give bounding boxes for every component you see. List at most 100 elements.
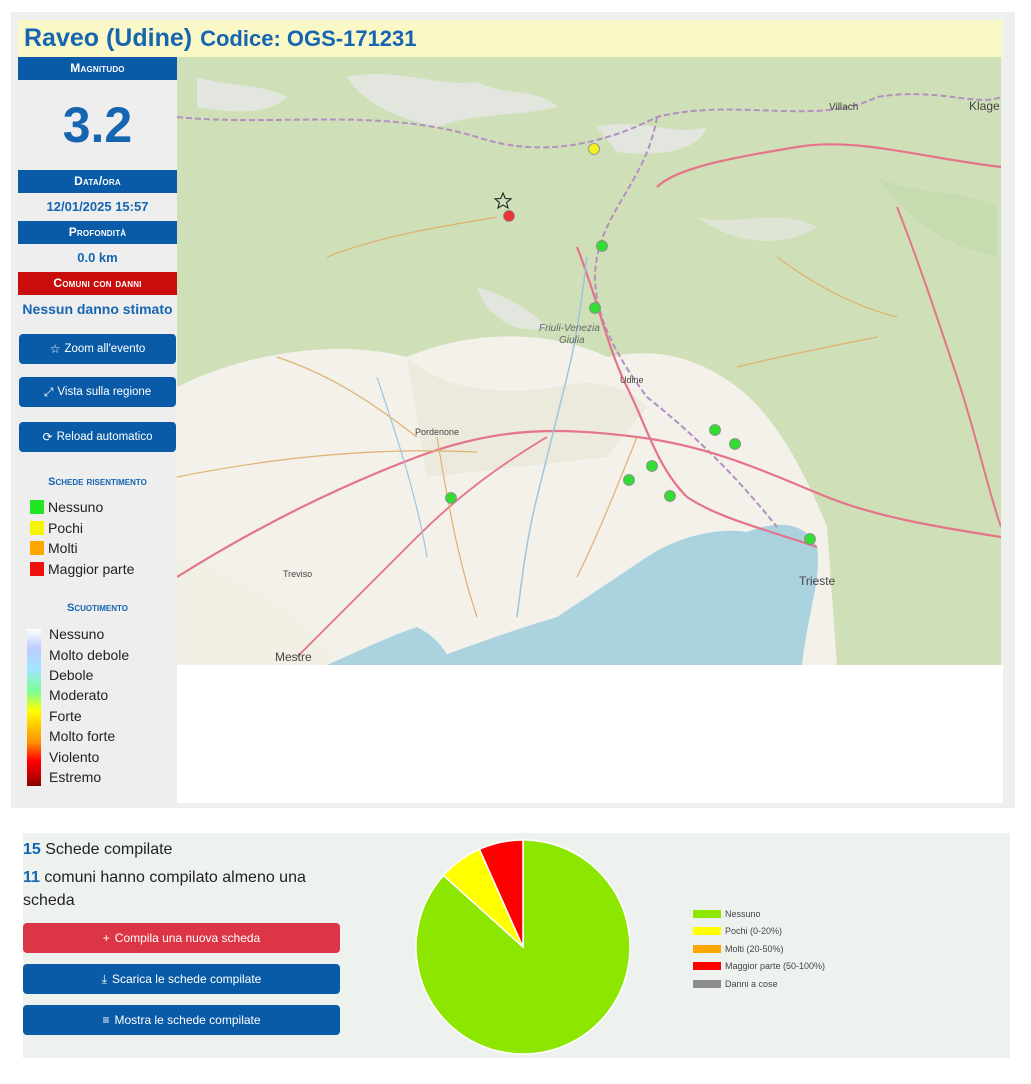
felt-marker[interactable] <box>709 424 721 436</box>
region-view-label: Vista sulla regione <box>57 386 152 398</box>
reports-panel: 15 Schede compilate 11 comuni hanno comp… <box>23 833 1010 1058</box>
felt-legend-item: Maggior parte <box>30 561 134 577</box>
pie-legend-item: Nessuno <box>693 905 825 923</box>
pie-legend-swatch <box>693 962 721 971</box>
map-label-trieste: Trieste <box>799 574 836 588</box>
pie-legend-item: Molti (20-50%) <box>693 940 825 958</box>
event-map[interactable]: Villach Klage Friuli-Venezia Giulia Udin… <box>177 57 1001 665</box>
felt-marker[interactable] <box>589 302 601 314</box>
zoom-to-event-label: Zoom all'evento <box>64 343 146 355</box>
map-label-klage: Klage <box>969 99 1000 113</box>
map-label-treviso: Treviso <box>283 569 312 579</box>
event-sidebar: Magnitudo 3.2 Data/ora 12/01/2025 15:57 … <box>18 57 177 803</box>
felt-marker[interactable] <box>664 490 676 502</box>
felt-legend-label: Nessuno <box>48 499 104 515</box>
felt-marker[interactable] <box>729 438 741 450</box>
pie-legend-swatch <box>693 944 721 953</box>
download-forms-button[interactable]: ⤓ Scarica le schede compilate <box>23 964 340 994</box>
pie-legend-label: Nessuno <box>725 908 761 919</box>
pie-legend-swatch <box>693 979 721 988</box>
show-forms-label: Mostra le schede compilate <box>114 1013 261 1027</box>
towns-count-line-2: scheda <box>23 892 75 910</box>
pie-legend-item: Maggior parte (50-100%) <box>693 958 825 976</box>
region-view-button[interactable]: ⤢ Vista sulla regione <box>19 377 176 407</box>
shake-label: Debole <box>49 667 94 683</box>
felt-legend-label: Maggior parte <box>48 561 135 577</box>
shake-label: Violento <box>49 749 100 765</box>
pie-legend-swatch <box>693 927 721 936</box>
list-icon: ≡ <box>102 1013 110 1027</box>
map-label-region: Friuli-Venezia <box>539 323 600 334</box>
auto-reload-label: Reload automatico <box>56 431 153 443</box>
felt-swatch-many <box>30 541 44 555</box>
felt-marker[interactable] <box>588 143 600 155</box>
show-forms-button[interactable]: ≡ Mostra le schede compilate <box>23 1005 340 1035</box>
shake-label: Moderato <box>49 687 109 703</box>
auto-reload-button[interactable]: ⟳ Reload automatico <box>19 422 176 452</box>
expand-icon: ⤢ <box>43 384 54 399</box>
datetime-value: 12/01/2025 15:57 <box>46 199 149 214</box>
magnitude-header: Magnitudo <box>18 57 177 80</box>
pie-legend-item: Pochi (0-20%) <box>693 923 825 941</box>
felt-swatch-few <box>30 521 44 535</box>
felt-marker[interactable] <box>623 474 635 486</box>
shake-label: Molto forte <box>49 728 116 744</box>
new-form-label: Compila una nuova scheda <box>114 931 261 945</box>
felt-marker[interactable] <box>445 492 457 504</box>
shake-label: Nessuno <box>49 626 105 642</box>
pie-legend: Nessuno Pochi (0-20%) Molti (20-50%) Maggio… <box>693 905 825 993</box>
felt-legend-title: Schede risentimento <box>48 476 147 488</box>
magnitude-value: 3.2 <box>62 97 133 153</box>
shake-legend-title: Scuotimento <box>67 602 128 614</box>
damage-value: Nessun danno stimato <box>22 301 173 317</box>
event-code: Codice: OGS-171231 <box>200 26 417 51</box>
pie-legend-label: Pochi (0-20%) <box>725 926 783 937</box>
depth-value: 0.0 km <box>77 250 118 265</box>
map-label-villach: Villach <box>829 102 858 113</box>
pie-legend-label: Molti (20-50%) <box>725 943 784 954</box>
event-place: Raveo (Udine) <box>24 24 193 52</box>
plus-icon: + <box>102 931 110 945</box>
depth-header: Profondità <box>18 221 177 244</box>
datetime-header: Data/ora <box>18 170 177 193</box>
map-label-region-2: Giulia <box>559 335 585 346</box>
forms-count: 15 <box>23 841 41 858</box>
pie-legend-label: Maggior parte (50-100%) <box>725 961 826 972</box>
shake-label: Forte <box>49 708 82 724</box>
pie-legend-item: Danni a cose <box>693 975 825 993</box>
felt-marker[interactable] <box>646 460 658 472</box>
shake-label: Estremo <box>49 769 102 785</box>
felt-marker[interactable] <box>503 210 515 222</box>
download-forms-label: Scarica le schede compilate <box>111 972 262 986</box>
map-footer-area <box>177 665 1003 803</box>
felt-legend-item: Nessuno <box>30 499 103 515</box>
towns-count: 11 <box>23 869 40 886</box>
felt-legend-item: Pochi <box>30 520 83 536</box>
reload-icon: ⟳ <box>42 430 53 444</box>
download-icon: ⤓ <box>101 971 107 986</box>
star-icon: ☆ <box>49 342 61 356</box>
map-label-pordenone: Pordenone <box>415 427 459 437</box>
pie-legend-label: Danni a cose <box>725 978 778 989</box>
felt-legend-label: Molti <box>48 540 78 556</box>
felt-swatch-most <box>30 562 44 576</box>
new-form-button[interactable]: + Compila una nuova scheda <box>23 923 340 953</box>
damage-header: Comuni con danni <box>18 272 177 295</box>
felt-legend-label: Pochi <box>48 520 84 536</box>
towns-count-line: 11 comuni hanno compilato almeno una <box>23 869 306 887</box>
felt-legend-item: Molti <box>30 540 78 556</box>
shake-label: Molto debole <box>49 647 130 663</box>
felt-pie-chart <box>413 837 633 1057</box>
towns-count-text: comuni hanno compilato almeno una <box>44 869 306 886</box>
forms-count-line: 15 Schede compilate <box>23 841 172 859</box>
map-label-mestre: Mestre <box>275 650 312 664</box>
towns-count-text-2: scheda <box>23 892 75 909</box>
felt-marker[interactable] <box>596 240 608 252</box>
felt-marker[interactable] <box>804 533 816 545</box>
pie-legend-swatch <box>693 909 721 918</box>
shake-color-scale <box>27 629 41 786</box>
felt-swatch-none <box>30 500 44 514</box>
forms-count-text: Schede compilate <box>45 841 173 858</box>
map-canvas[interactable]: Villach Klage Friuli-Venezia Giulia Udin… <box>177 57 1001 665</box>
zoom-to-event-button[interactable]: ☆ Zoom all'evento <box>19 334 176 364</box>
